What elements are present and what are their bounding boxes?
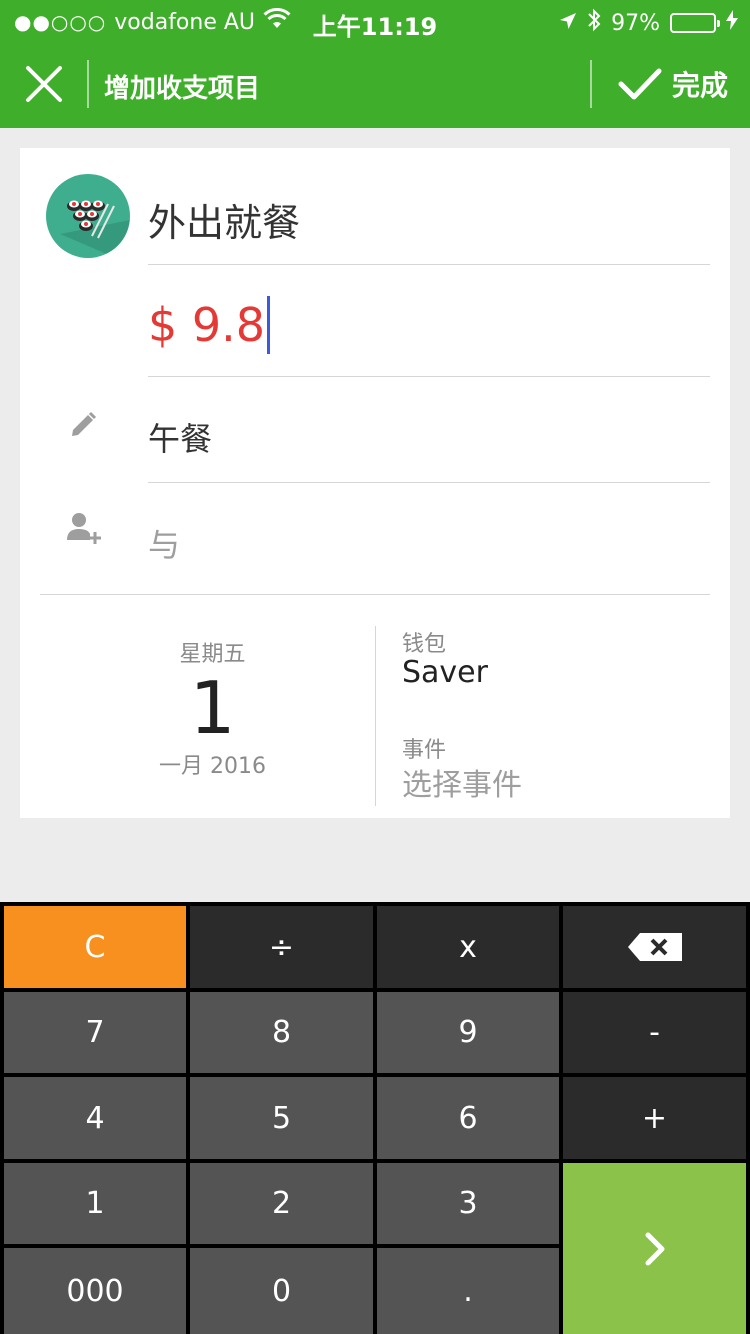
note-field[interactable]: 午餐 — [148, 414, 212, 460]
key-6[interactable]: 6 — [377, 1077, 559, 1159]
calculator-keypad: C ÷ x 7 8 9 - 4 5 6 + 1 2 3 000 0 . — [0, 902, 750, 1334]
header-divider — [590, 60, 592, 108]
key-triple-zero[interactable]: 000 — [4, 1248, 186, 1334]
close-icon — [26, 66, 62, 102]
key-0[interactable]: 0 — [190, 1248, 373, 1334]
add-person-icon — [66, 512, 102, 548]
text-cursor — [267, 296, 271, 354]
key-7[interactable]: 7 — [4, 992, 186, 1073]
key-decimal[interactable]: . — [377, 1248, 559, 1334]
key-clear[interactable]: C — [4, 906, 186, 988]
key-divide[interactable]: ÷ — [190, 906, 373, 988]
date-weekday: 星期五 — [179, 642, 246, 667]
close-button[interactable] — [18, 58, 70, 110]
wallet-label: 钱包 — [402, 632, 447, 657]
location-arrow-icon — [559, 11, 577, 36]
key-8[interactable]: 8 — [190, 992, 373, 1073]
bluetooth-icon — [587, 8, 601, 38]
top-bar: ●●○○○ vodafone AU 上午11:19 97% 增加收支项目 完成 — [0, 0, 750, 128]
header-divider — [87, 60, 89, 108]
divider — [148, 376, 710, 377]
status-bar: ●●○○○ vodafone AU 上午11:19 97% — [0, 0, 750, 41]
page-title: 增加收支项目 — [104, 74, 261, 104]
category-name[interactable]: 外出就餐 — [148, 192, 300, 247]
vertical-divider — [375, 626, 376, 806]
key-plus[interactable]: + — [563, 1077, 746, 1159]
key-1[interactable]: 1 — [4, 1163, 186, 1244]
key-next[interactable] — [563, 1163, 746, 1334]
charging-bolt-icon — [726, 10, 738, 36]
key-5[interactable]: 5 — [190, 1077, 373, 1159]
key-backspace[interactable] — [563, 906, 746, 988]
done-button[interactable]: 完成 — [618, 56, 728, 112]
event-value: 选择事件 — [402, 768, 522, 803]
transaction-form: 外出就餐 $ 9.8 午餐 与 星期五 1 一月 2016 钱包 Saver 事… — [20, 148, 730, 818]
pencil-icon — [68, 410, 98, 444]
chevron-right-icon — [645, 1232, 664, 1265]
backspace-icon — [627, 933, 682, 961]
amount-field[interactable]: $ 9.8 — [148, 296, 271, 354]
key-9[interactable]: 9 — [377, 992, 559, 1073]
battery-icon — [670, 13, 720, 33]
key-multiply[interactable]: x — [377, 906, 559, 988]
amount-value: $ 9.8 — [148, 298, 266, 352]
with-person-field[interactable]: 与 — [148, 520, 180, 566]
wallet-value: Saver — [402, 655, 488, 690]
key-4[interactable]: 4 — [4, 1077, 186, 1159]
date-month-year: 一月 2016 — [159, 754, 266, 779]
divider — [148, 264, 710, 265]
key-2[interactable]: 2 — [190, 1163, 373, 1244]
divider — [40, 594, 710, 595]
category-sushi-icon[interactable] — [46, 174, 130, 258]
divider — [148, 482, 710, 483]
key-minus[interactable]: - — [563, 992, 746, 1073]
done-label: 完成 — [672, 69, 729, 102]
app-header: 增加收支项目 完成 — [0, 40, 750, 128]
date-day: 1 — [189, 666, 236, 750]
battery-percent: 97% — [611, 10, 660, 36]
checkmark-icon — [618, 68, 662, 100]
key-3[interactable]: 3 — [377, 1163, 559, 1244]
